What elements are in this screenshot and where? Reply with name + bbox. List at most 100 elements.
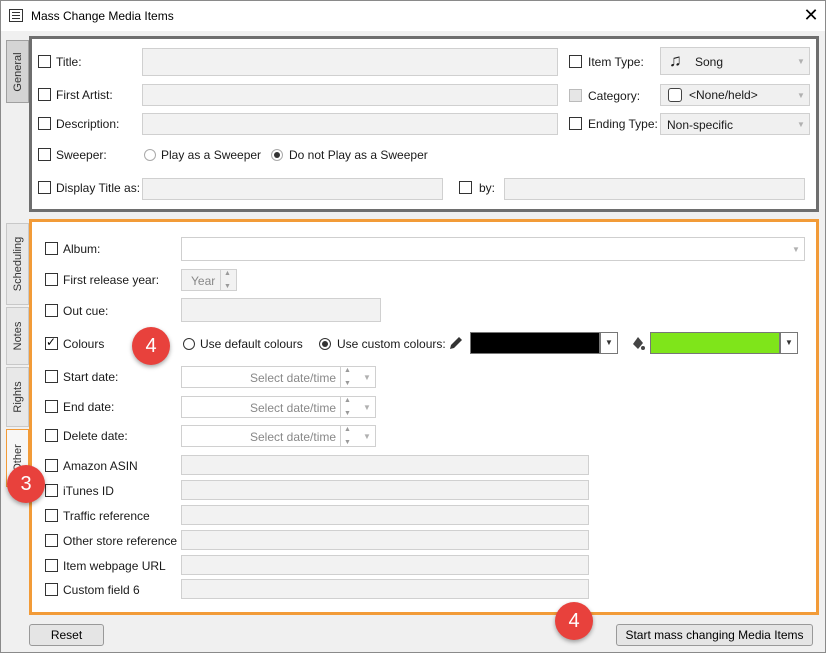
display-title-checkbox[interactable] bbox=[38, 181, 51, 194]
webpage-checkbox[interactable] bbox=[45, 559, 58, 572]
ending-type-checkbox[interactable] bbox=[569, 117, 582, 130]
amazon-checkbox[interactable] bbox=[45, 459, 58, 472]
delete-date-checkbox[interactable] bbox=[45, 429, 58, 442]
start-mass-change-button[interactable]: Start mass changing Media Items bbox=[616, 624, 813, 646]
start-date-spinner[interactable] bbox=[340, 367, 356, 387]
by-label: by: bbox=[479, 181, 496, 195]
background-colour-dropdown[interactable]: ▼ bbox=[780, 332, 798, 354]
other-store-checkbox[interactable] bbox=[45, 534, 58, 547]
category-checkbox[interactable] bbox=[569, 89, 582, 102]
year-spinner[interactable] bbox=[220, 270, 236, 290]
step-badge-start: 4 bbox=[555, 602, 593, 640]
album-select[interactable]: ▼ bbox=[181, 237, 805, 261]
chevron-down-icon: ▼ bbox=[792, 245, 800, 254]
window-icon bbox=[9, 9, 23, 22]
description-label: Description: bbox=[56, 117, 120, 131]
end-date-spinner[interactable] bbox=[340, 397, 356, 417]
chevron-down-icon: ▼ bbox=[797, 57, 805, 66]
other-store-label: Other store reference bbox=[63, 534, 178, 548]
custom-colours-label: Use custom colours: bbox=[337, 337, 446, 351]
year-input[interactable]: Year bbox=[181, 269, 237, 291]
category-select[interactable]: <None/held> ▼ bbox=[660, 84, 810, 106]
chevron-down-icon: ▼ bbox=[363, 373, 371, 382]
title-bar: Mass Change Media Items ✕ bbox=[1, 1, 825, 31]
chevron-down-icon: ▼ bbox=[797, 91, 805, 100]
webpage-input[interactable] bbox=[181, 555, 589, 575]
description-checkbox[interactable] bbox=[38, 117, 51, 130]
custom6-label: Custom field 6 bbox=[63, 583, 140, 597]
traffic-checkbox[interactable] bbox=[45, 509, 58, 522]
sweeper-play-label: Play as a Sweeper bbox=[161, 148, 262, 162]
text-colour-swatch[interactable] bbox=[470, 332, 600, 354]
chevron-down-icon: ▼ bbox=[363, 403, 371, 412]
sweeper-label: Sweeper: bbox=[56, 148, 107, 162]
sweeper-play-radio[interactable] bbox=[144, 149, 156, 161]
out-cue-input[interactable] bbox=[181, 298, 381, 322]
close-icon[interactable]: ✕ bbox=[801, 5, 821, 25]
delete-date-spinner[interactable] bbox=[340, 426, 356, 446]
colours-label: Colours bbox=[63, 337, 105, 351]
delete-date-picker[interactable]: Select date/time ▼ bbox=[181, 425, 376, 447]
sweeper-no-play-label: Do not Play as a Sweeper bbox=[289, 148, 428, 162]
step-badge-other-tab: 3 bbox=[7, 465, 45, 503]
first-release-label: First release year: bbox=[63, 273, 160, 287]
first-artist-label: First Artist: bbox=[56, 88, 113, 102]
title-label: Title: bbox=[56, 55, 82, 69]
description-input[interactable] bbox=[142, 113, 558, 135]
ending-type-select[interactable]: Non-specific ▼ bbox=[660, 113, 810, 135]
item-type-checkbox[interactable] bbox=[569, 55, 582, 68]
start-date-checkbox[interactable] bbox=[45, 370, 58, 383]
reset-button[interactable]: Reset bbox=[29, 624, 104, 646]
item-type-select[interactable]: ♫ Song ▼ bbox=[660, 47, 810, 75]
delete-date-label: Delete date: bbox=[63, 429, 128, 443]
chevron-down-icon: ▼ bbox=[797, 120, 805, 129]
amazon-input[interactable] bbox=[181, 455, 589, 475]
first-release-checkbox[interactable] bbox=[45, 273, 58, 286]
custom6-checkbox[interactable] bbox=[45, 583, 58, 596]
category-colour-icon bbox=[668, 88, 682, 102]
ending-type-label: Ending Type: bbox=[588, 117, 658, 131]
out-cue-checkbox[interactable] bbox=[45, 304, 58, 317]
itunes-label: iTunes ID bbox=[63, 484, 114, 498]
sweeper-no-play-radio[interactable] bbox=[271, 149, 283, 161]
default-colours-radio[interactable] bbox=[183, 338, 195, 350]
background-colour-swatch[interactable] bbox=[650, 332, 780, 354]
colours-checkbox[interactable] bbox=[45, 335, 58, 350]
album-label: Album: bbox=[63, 242, 101, 256]
end-date-label: End date: bbox=[63, 400, 115, 414]
itunes-checkbox[interactable] bbox=[45, 484, 58, 497]
traffic-input[interactable] bbox=[181, 505, 589, 525]
out-cue-label: Out cue: bbox=[63, 304, 109, 318]
title-input[interactable] bbox=[142, 48, 558, 76]
category-label: Category: bbox=[588, 89, 641, 103]
end-date-picker[interactable]: Select date/time ▼ bbox=[181, 396, 376, 418]
itunes-input[interactable] bbox=[181, 480, 589, 500]
end-date-checkbox[interactable] bbox=[45, 400, 58, 413]
first-artist-input[interactable] bbox=[142, 84, 558, 106]
tab-general[interactable]: General bbox=[6, 40, 29, 103]
tab-rights[interactable]: Rights bbox=[6, 367, 29, 427]
paint-bucket-icon bbox=[633, 337, 645, 350]
tab-scheduling[interactable]: Scheduling bbox=[6, 223, 29, 305]
default-colours-label: Use default colours bbox=[200, 337, 303, 351]
album-checkbox[interactable] bbox=[45, 242, 58, 255]
sweeper-checkbox[interactable] bbox=[38, 148, 51, 161]
step-badge-colours: 4 bbox=[132, 327, 170, 365]
text-colour-dropdown[interactable]: ▼ bbox=[600, 332, 618, 354]
by-input[interactable] bbox=[504, 178, 805, 200]
custom6-input[interactable] bbox=[181, 579, 589, 599]
first-artist-checkbox[interactable] bbox=[38, 88, 51, 101]
title-checkbox[interactable] bbox=[38, 55, 51, 68]
custom-colours-radio[interactable] bbox=[319, 338, 331, 350]
other-store-input[interactable] bbox=[181, 530, 589, 550]
amazon-label: Amazon ASIN bbox=[63, 459, 138, 473]
display-title-input[interactable] bbox=[142, 178, 443, 200]
item-type-label: Item Type: bbox=[588, 55, 644, 69]
music-note-icon: ♫ bbox=[669, 51, 682, 70]
by-checkbox[interactable] bbox=[459, 181, 472, 194]
pencil-icon bbox=[450, 337, 462, 349]
tab-notes[interactable]: Notes bbox=[6, 307, 29, 365]
traffic-label: Traffic reference bbox=[63, 509, 150, 523]
start-date-picker[interactable]: Select date/time ▼ bbox=[181, 366, 376, 388]
start-date-label: Start date: bbox=[63, 370, 119, 384]
